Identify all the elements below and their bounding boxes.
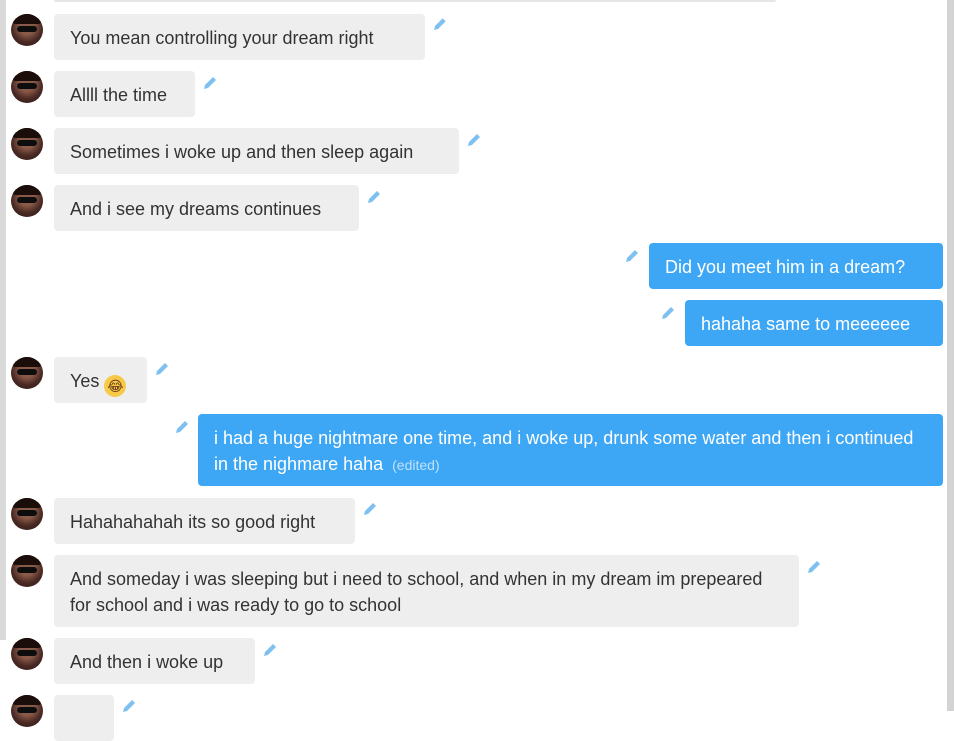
message-text: Allll the time [70, 85, 168, 105]
message-bubble-incoming[interactable]: Sometimes i woke up and then sleep again [54, 128, 459, 174]
message-bubble-outgoing[interactable]: hahaha same to meeeeee [685, 300, 943, 346]
message-bubble-incoming[interactable]: And then i woke up [54, 638, 255, 684]
avatar[interactable] [11, 357, 43, 389]
message-text: hahaha same to meeeeee [701, 314, 911, 334]
message-text: And i see my dreams continues [70, 199, 322, 219]
message-text: You mean controlling your dream right [70, 28, 374, 48]
message-text: And someday i was sleeping but i need to… [70, 569, 763, 615]
pencil-icon[interactable] [153, 360, 171, 378]
avatar[interactable] [11, 555, 43, 587]
message-bubble-incoming[interactable]: Yes 😂 [54, 357, 147, 403]
avatar[interactable] [11, 71, 43, 103]
pencil-icon[interactable] [431, 15, 449, 33]
message-bubble-incoming[interactable]: And i see my dreams continues [54, 185, 359, 231]
pencil-icon[interactable] [173, 418, 191, 436]
pencil-icon[interactable] [623, 247, 641, 265]
message-text: Hahahahahah its so good right [70, 512, 316, 532]
message-bubble-incoming[interactable]: Hahahahahah its so good right [54, 498, 355, 544]
message-bubble-incoming[interactable]: And someday i was sleeping but i need to… [54, 555, 799, 627]
avatar[interactable] [11, 498, 43, 530]
message-text: Yes [70, 371, 100, 391]
message-bubble-incoming[interactable] [54, 695, 114, 741]
avatar[interactable] [11, 695, 43, 727]
pencil-icon[interactable] [361, 500, 379, 518]
message-bubble-outgoing[interactable]: Did you meet him in a dream? [649, 243, 943, 289]
pencil-icon[interactable] [465, 131, 483, 149]
pencil-icon[interactable] [659, 304, 677, 322]
laughing-emoji-icon: 😂 [104, 375, 127, 397]
pencil-icon[interactable] [365, 188, 383, 206]
edited-label: (edited) [392, 457, 440, 473]
avatar[interactable] [11, 128, 43, 160]
pencil-icon[interactable] [261, 641, 279, 659]
left-border [0, 0, 6, 640]
avatar[interactable] [11, 14, 43, 46]
avatar[interactable] [11, 638, 43, 670]
pencil-icon[interactable] [120, 697, 138, 715]
message-text: And then i woke up [70, 652, 224, 672]
previous-message-bubble-edge [54, 0, 776, 2]
message-text: i had a huge nightmare one time, and i w… [214, 428, 914, 474]
message-text: Did you meet him in a dream? [665, 257, 906, 277]
pencil-icon[interactable] [805, 558, 823, 576]
message-bubble-incoming[interactable]: Allll the time [54, 71, 195, 117]
message-bubble-incoming[interactable]: You mean controlling your dream right [54, 14, 425, 60]
message-text: Sometimes i woke up and then sleep again [70, 142, 414, 162]
pencil-icon[interactable] [201, 74, 219, 92]
message-bubble-outgoing[interactable]: i had a huge nightmare one time, and i w… [198, 414, 943, 486]
scrollbar-track[interactable] [947, 0, 954, 711]
avatar[interactable] [11, 185, 43, 217]
